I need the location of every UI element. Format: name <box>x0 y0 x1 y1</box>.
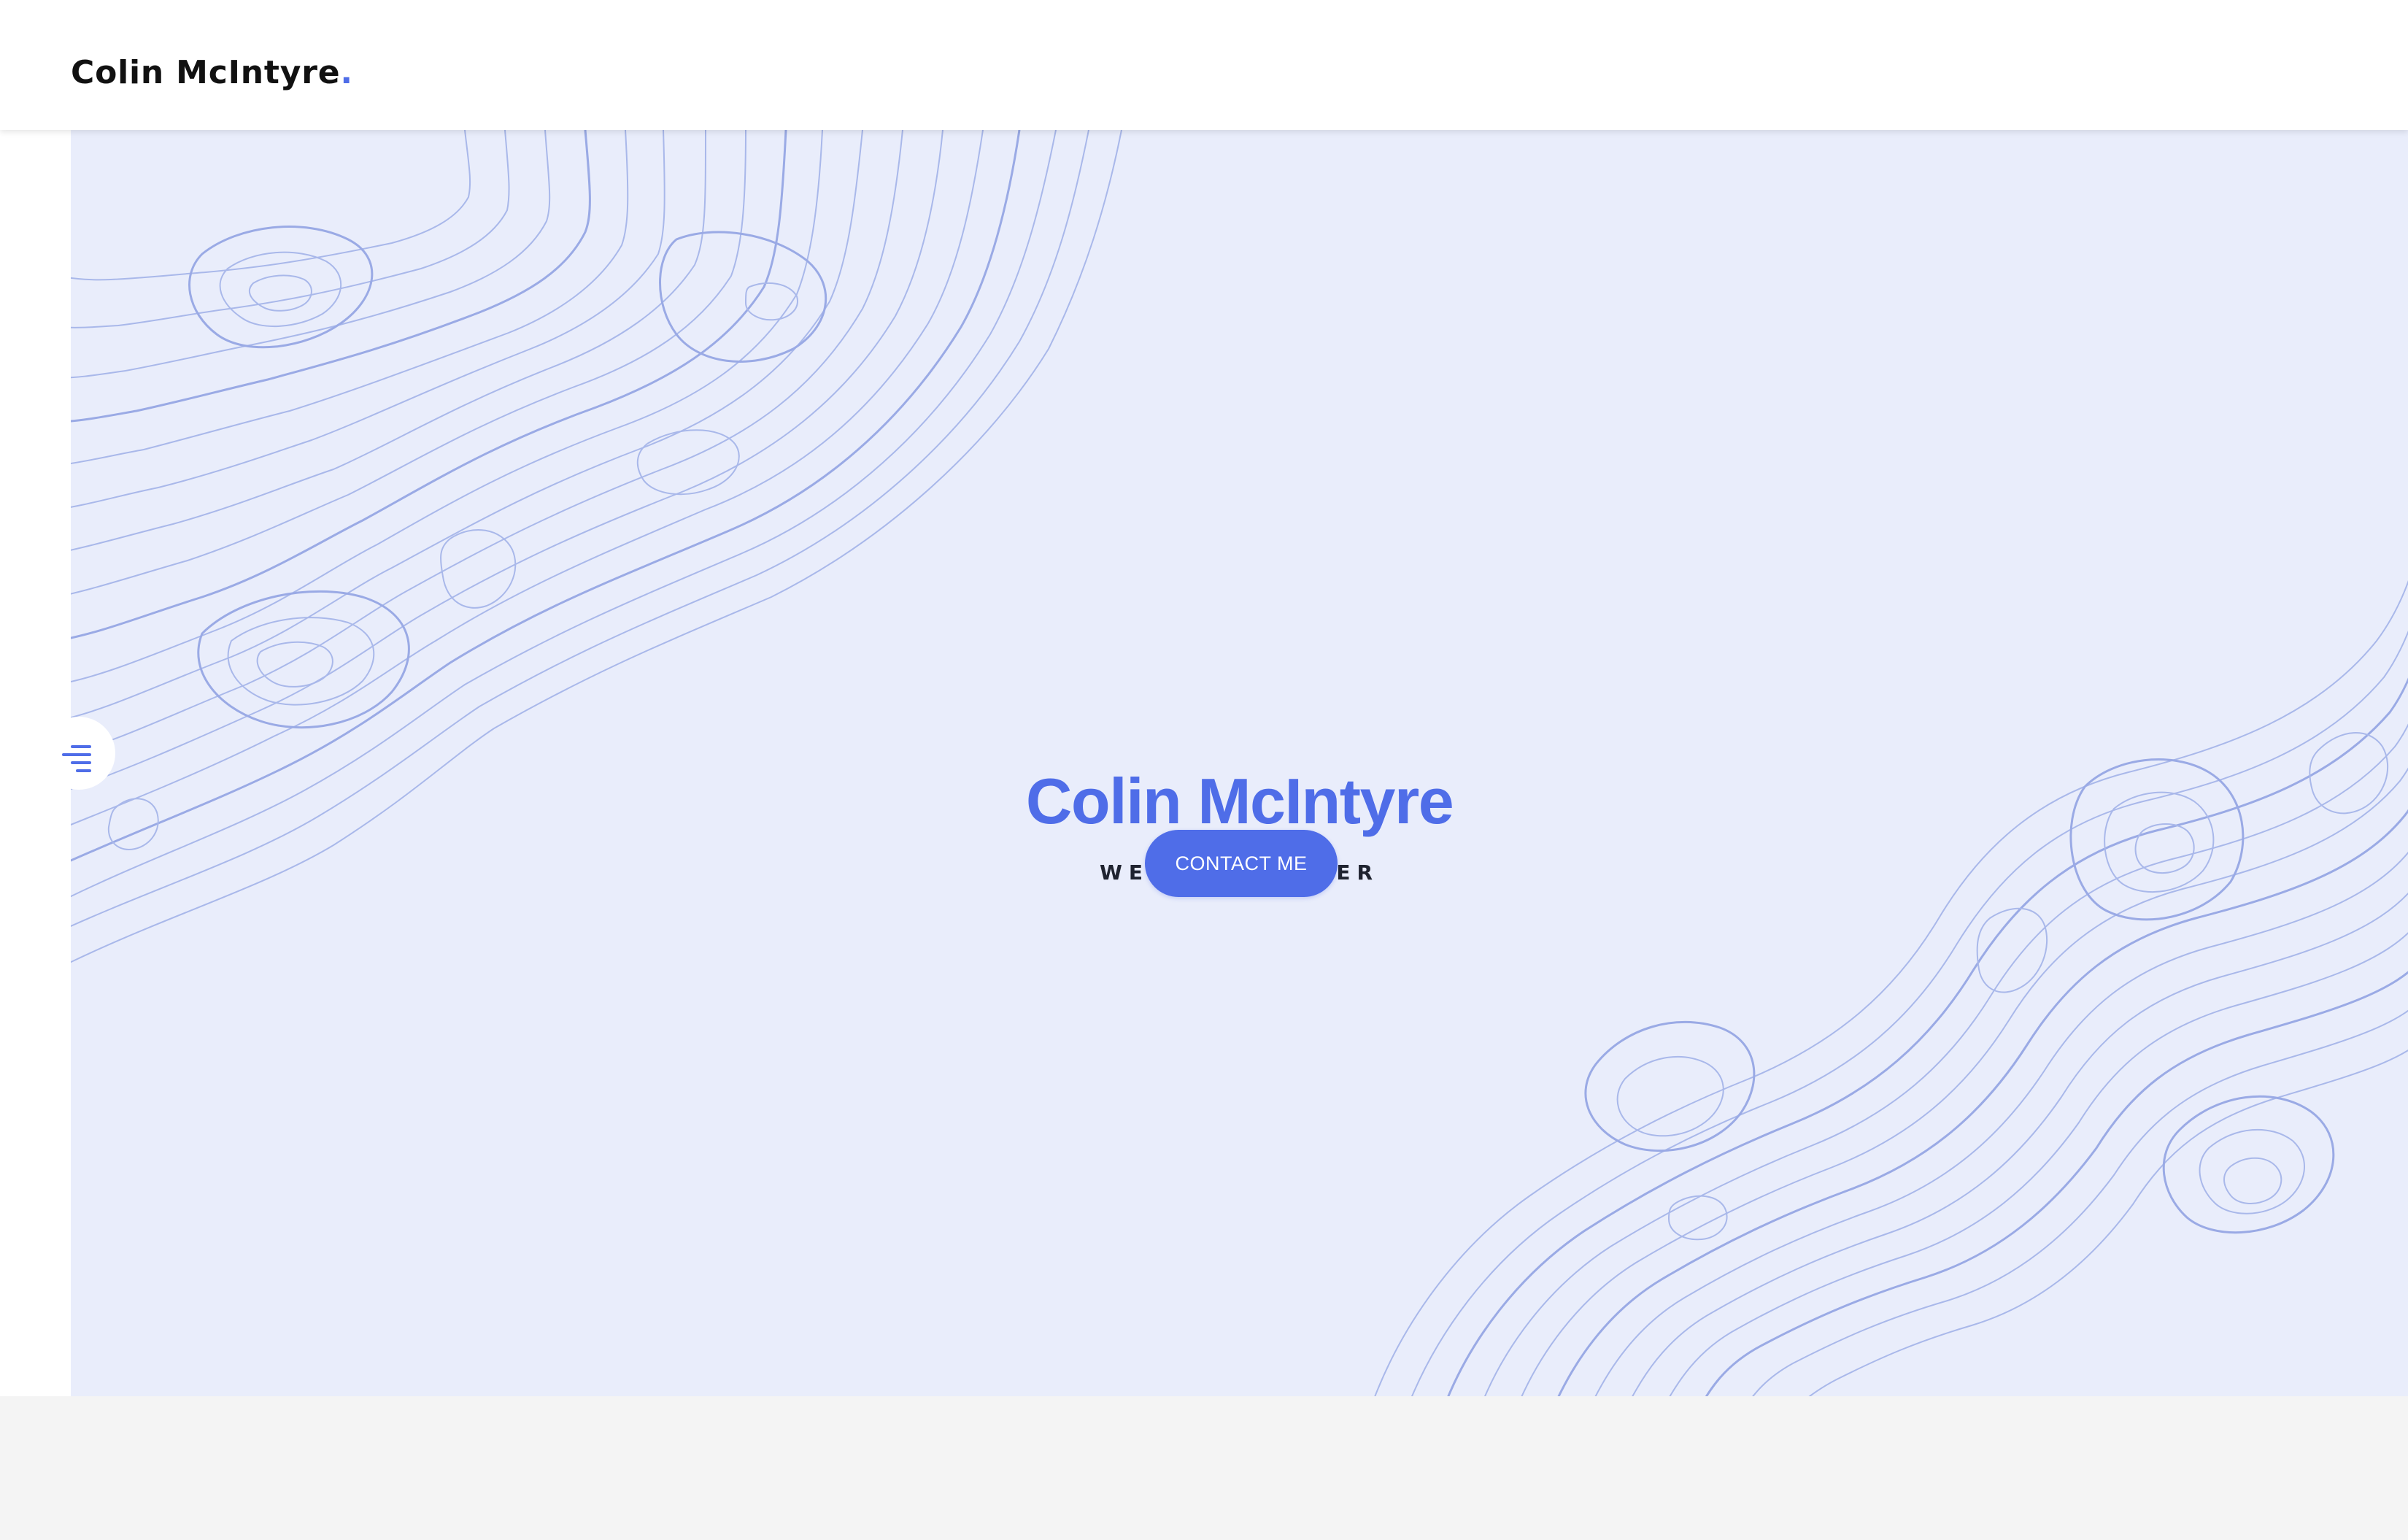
brand-name: Colin McIntyre <box>71 54 341 91</box>
contact-me-button[interactable]: CONTACT ME <box>1145 830 1338 897</box>
hero-section: Colin McIntyre WEB DEVELOPER CONTACT ME <box>71 130 2408 1396</box>
site-header: Colin McIntyre. <box>0 0 2408 130</box>
hero-title: Colin McIntyre <box>1025 765 1454 837</box>
topo-lines-bottom-right <box>1374 580 2408 1396</box>
topographic-pattern <box>71 130 2408 1396</box>
hamburger-menu-icon <box>42 717 115 790</box>
brand-dot: . <box>340 54 353 91</box>
menu-toggle-button[interactable] <box>42 717 115 790</box>
topo-lines-top-left <box>71 130 1122 963</box>
brand-logo[interactable]: Colin McIntyre. <box>71 51 353 95</box>
page-bottom-area <box>0 1396 2408 1540</box>
